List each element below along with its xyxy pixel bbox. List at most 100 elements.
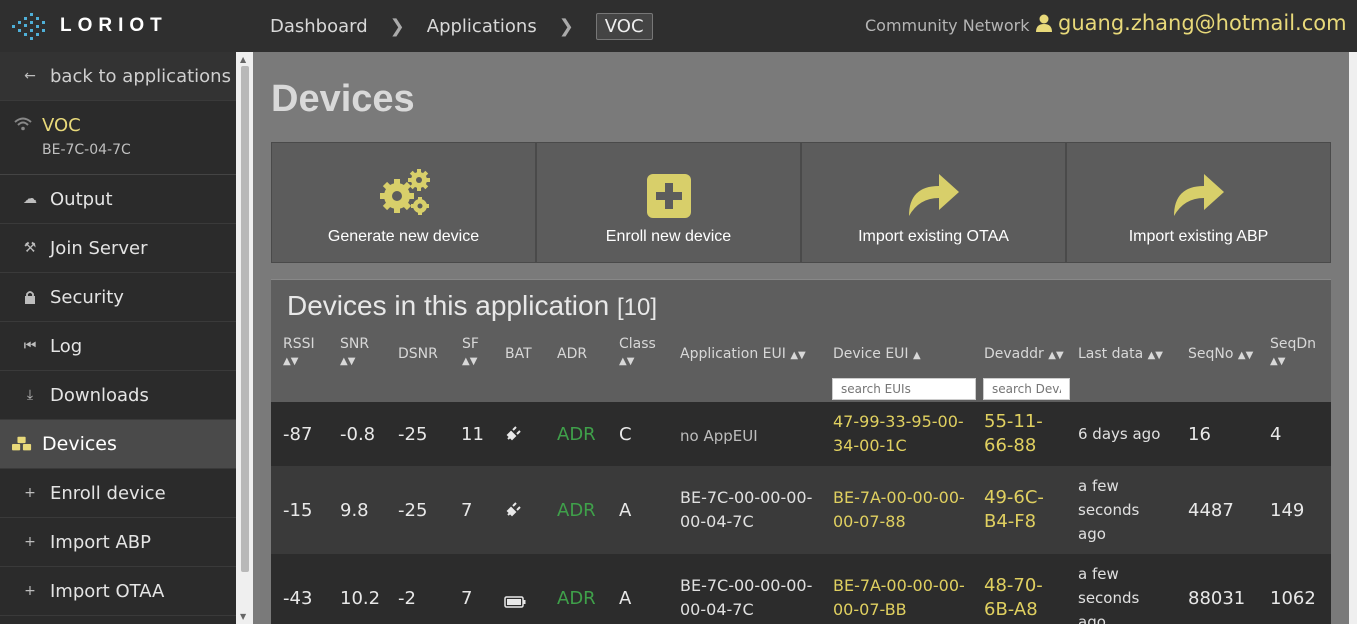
sidebar-item-log[interactable]: ⏮ Log xyxy=(0,322,236,371)
header-snr[interactable]: SNR ▲▼ xyxy=(340,336,369,368)
generate-device-label: Generate new device xyxy=(327,228,480,245)
page-scrollbar[interactable] xyxy=(1349,52,1357,624)
header-label: Last data xyxy=(1078,346,1144,362)
cell-class: A xyxy=(619,588,632,609)
header-seqdn[interactable]: SeqDn ▲▼ xyxy=(1270,336,1316,368)
battery-icon xyxy=(504,592,526,613)
header-sf[interactable]: SF ▲▼ xyxy=(462,336,479,368)
cell-adr: ADR xyxy=(557,588,596,609)
last-data-part: ago xyxy=(1078,525,1106,543)
cell-snr: 10.2 xyxy=(340,588,381,609)
main-content: Devices Generate new device Enroll new d… xyxy=(253,52,1349,624)
cell-deveui[interactable]: BE-7A-00-00-00- 00-07-88 xyxy=(833,486,965,534)
cell-seqdn: 1062 xyxy=(1270,588,1316,609)
devaddr-part: 55-11- xyxy=(984,411,1043,432)
cell-sf: 7 xyxy=(461,500,473,521)
brand-name: LORIOT xyxy=(60,15,168,36)
header-rssi[interactable]: RSSI ▲▼ xyxy=(283,336,315,368)
devaddr-part: 6B-A8 xyxy=(984,599,1038,620)
header-devaddr[interactable]: Devaddr ▲▼ xyxy=(984,346,1064,362)
table-row[interactable]: -87 -0.8 -25 11 ADR C no AppEUI 47-99-33… xyxy=(271,402,1331,466)
cell-appeui: BE-7C-00-00-00- 00-04-7C xyxy=(680,574,812,622)
table-row[interactable]: -43 10.2 -2 7 ADR A BE-7C-00-00-00- 00-04… xyxy=(271,554,1331,624)
sidebar-item-label: Devices xyxy=(42,433,117,455)
top-bar: LORIOT Dashboard ❯ Applications ❯ VOC Co… xyxy=(0,0,1357,52)
sidebar-item-output[interactable]: ☁ Output xyxy=(0,175,236,224)
scroll-thumb[interactable] xyxy=(241,66,249,572)
sidebar-item-downloads[interactable]: ⤓ Downloads xyxy=(0,371,236,420)
sidebar-item-devices[interactable]: Devices xyxy=(0,420,236,469)
deveui-part: 00-07-BB xyxy=(833,600,907,619)
plug-icon xyxy=(505,426,521,447)
scroll-up-icon[interactable]: ▲ xyxy=(240,55,246,64)
devaddr-part: 48-70- xyxy=(984,575,1043,596)
cell-seqno: 88031 xyxy=(1188,588,1246,609)
sidebar-item-label: Output xyxy=(50,188,113,210)
cell-last-data: a few seconds ago xyxy=(1078,474,1139,546)
header-seqno[interactable]: SeqNo ▲▼ xyxy=(1188,346,1253,362)
breadcrumb-dashboard[interactable]: Dashboard xyxy=(270,16,368,37)
back-label: back to applications xyxy=(50,65,231,87)
cell-appeui: no AppEUI xyxy=(680,427,758,445)
sidebar-item-join-server[interactable]: ⚒ Join Server xyxy=(0,224,236,273)
lock-icon xyxy=(20,290,40,304)
sidebar-item-enroll-device[interactable]: + Enroll device xyxy=(0,469,236,518)
search-eui-input[interactable] xyxy=(832,378,976,400)
device-actions: Generate new device Enroll new device Im… xyxy=(271,142,1331,263)
cell-rssi: -87 xyxy=(283,424,313,445)
generate-device-button[interactable]: Generate new device xyxy=(271,142,536,263)
last-data-part: seconds xyxy=(1078,589,1140,607)
breadcrumb-current[interactable]: VOC xyxy=(595,12,653,40)
import-abp-label: Import existing ABP xyxy=(1128,228,1269,245)
devaddr-part: 66-88 xyxy=(984,435,1037,456)
brand-logo[interactable]: LORIOT xyxy=(0,0,252,52)
sidebar-item-label: Downloads xyxy=(50,384,149,406)
plug-icon xyxy=(505,502,521,523)
plus-icon: + xyxy=(24,534,36,550)
sort-icon: ▲▼ xyxy=(1237,350,1254,361)
sidebar-scrollbar[interactable]: ▲ ▼ xyxy=(236,52,253,624)
import-otaa-button[interactable]: Import existing OTAA xyxy=(801,142,1066,263)
sidebar-item-import-otaa[interactable]: + Import OTAA xyxy=(0,567,236,616)
header-class[interactable]: Class ▲▼ xyxy=(619,336,656,368)
cell-rssi: -43 xyxy=(283,588,313,609)
user-menu[interactable]: guang.zhang@hotmail.com xyxy=(1036,11,1347,35)
sort-icon: ▲▼ xyxy=(340,356,356,367)
sidebar-app-info[interactable]: VOC BE-7C-04-7C xyxy=(0,101,236,175)
import-abp-button[interactable]: Import existing ABP xyxy=(1066,142,1331,263)
plus-icon: + xyxy=(24,583,36,599)
sort-icon: ▲▼ xyxy=(1147,350,1163,361)
header-label: BAT xyxy=(505,346,532,362)
sidebar-item-security[interactable]: Security xyxy=(0,273,236,322)
sidebar-item-label: Join Server xyxy=(50,237,148,259)
header-deveui[interactable]: Device EUI ▲ xyxy=(833,346,921,362)
devices-panel: Devices in this application [10] RSSI ▲▼ … xyxy=(271,279,1331,624)
cell-deveui[interactable]: BE-7A-00-00-00- 00-07-BB xyxy=(833,574,965,622)
enroll-device-button[interactable]: Enroll new device xyxy=(536,142,801,263)
app-id: BE-7C-04-7C xyxy=(42,142,131,158)
cell-snr: 9.8 xyxy=(340,500,369,521)
back-to-applications-link[interactable]: ← back to applications xyxy=(0,52,236,101)
search-devaddr-input[interactable] xyxy=(983,378,1070,400)
header-last-data[interactable]: Last data ▲▼ xyxy=(1078,346,1163,362)
sort-icon: ▲▼ xyxy=(1270,356,1286,367)
scroll-down-icon[interactable]: ▼ xyxy=(240,612,246,621)
cell-seqno: 16 xyxy=(1188,424,1211,445)
breadcrumb: Dashboard ❯ Applications ❯ VOC xyxy=(270,0,653,52)
table-row[interactable]: -15 9.8 -25 7 ADR A BE-7C-00-00-00- 00-04… xyxy=(271,466,1331,554)
breadcrumb-applications[interactable]: Applications xyxy=(427,16,537,37)
header-appeui[interactable]: Application EUI ▲▼ xyxy=(680,346,806,362)
sidebar-item-import-abp[interactable]: + Import ABP xyxy=(0,518,236,567)
sort-icon: ▲▼ xyxy=(462,356,478,367)
share-arrow-icon xyxy=(1173,174,1224,216)
devaddr-part: B4-F8 xyxy=(984,511,1037,532)
sidebar-item-label: Security xyxy=(50,286,124,308)
gears-icon xyxy=(379,169,430,215)
appeui-part: BE-7C-00-00-00- xyxy=(680,488,813,507)
cell-adr: ADR xyxy=(557,424,596,445)
cubes-icon xyxy=(12,436,32,452)
arrow-left-icon: ← xyxy=(24,68,36,84)
cell-class: A xyxy=(619,500,632,521)
cell-deveui[interactable]: 47-99-33-95-00- 34-00-1C xyxy=(833,410,964,458)
sidebar-item-label: Enroll device xyxy=(50,482,166,504)
